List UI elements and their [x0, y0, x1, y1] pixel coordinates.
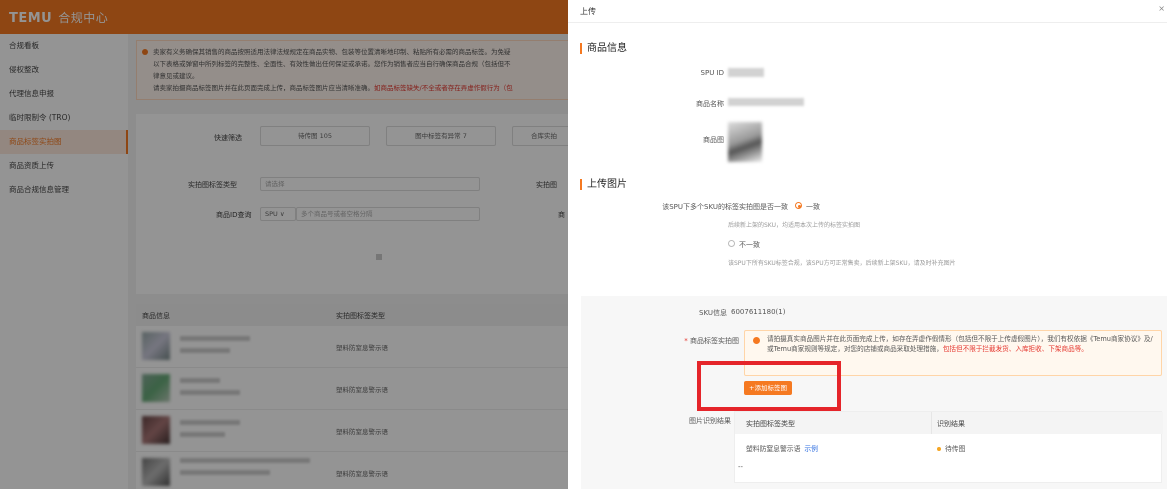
radio-inconsistent[interactable] — [728, 240, 735, 247]
example-link[interactable]: 示例 — [804, 445, 818, 453]
radio-inconsistent-label[interactable]: 不一致 — [739, 240, 760, 250]
warning-icon — [753, 337, 760, 344]
spu-id-label: SPU ID — [700, 69, 724, 77]
sku-section: SKU信息 6007611180(1) * 商品标签实拍图 请拍摄真实商品图片并… — [581, 296, 1167, 489]
result-extra: -- — [738, 463, 743, 471]
result-status-cell: 待传图 — [937, 443, 965, 453]
column-header: 识别结果 — [937, 420, 965, 428]
product-image-label: 商品图 — [703, 136, 724, 144]
product-image[interactable] — [728, 122, 762, 162]
consistency-question: 该SPU下多个SKU的标签实拍图是否一致 — [662, 203, 788, 211]
radio-consistent[interactable] — [795, 202, 802, 209]
inconsistent-hint: 该SPU下所有SKU标签合规，该SPU方可正常售卖，后续新上架SKU，请及时补充… — [728, 260, 956, 267]
radio-consistent-label[interactable]: 一致 — [806, 202, 820, 212]
column-header: 实拍图标签类型 — [746, 420, 795, 428]
consistent-hint: 后续新上架的SKU，均适用本次上传的标签实拍图 — [728, 222, 860, 229]
product-name-label: 商品名称 — [696, 100, 724, 108]
sku-info-value: 6007611180(1) — [731, 308, 786, 316]
section-title-upload: 上传图片 — [580, 179, 627, 190]
screen: TEMU 合规中心 合规看板 侵权整改 代理信息申报 临时限制令 (TRO) 商品… — [0, 0, 1167, 489]
product-name-value — [728, 98, 804, 106]
divider — [568, 22, 1167, 23]
add-label-image-button[interactable]: +添加标签图 — [744, 381, 792, 395]
spu-id-value — [728, 68, 764, 77]
recognition-result-label: 图片识别结果 — [689, 417, 731, 425]
result-type-cell: 塑料防窒息警示语 示例 — [746, 445, 818, 453]
status-dot — [937, 447, 941, 451]
close-icon[interactable]: × — [1158, 4, 1165, 13]
sku-info-label: SKU信息 — [699, 309, 727, 317]
result-table-header: 实拍图标签类型 识别结果 — [735, 412, 1163, 434]
upload-drawer: 上传 × 商品信息 SPU ID 商品名称 商品图 上传图片 该SPU下多个SK… — [568, 0, 1167, 489]
drawer-title: 上传 — [580, 7, 596, 16]
section-title-product-info: 商品信息 — [580, 43, 627, 54]
label-photo-label: * 商品标签实拍图 — [684, 337, 739, 345]
recognition-result-table: 实拍图标签类型 识别结果 塑料防窒息警示语 示例 待传图 -- — [734, 411, 1163, 483]
